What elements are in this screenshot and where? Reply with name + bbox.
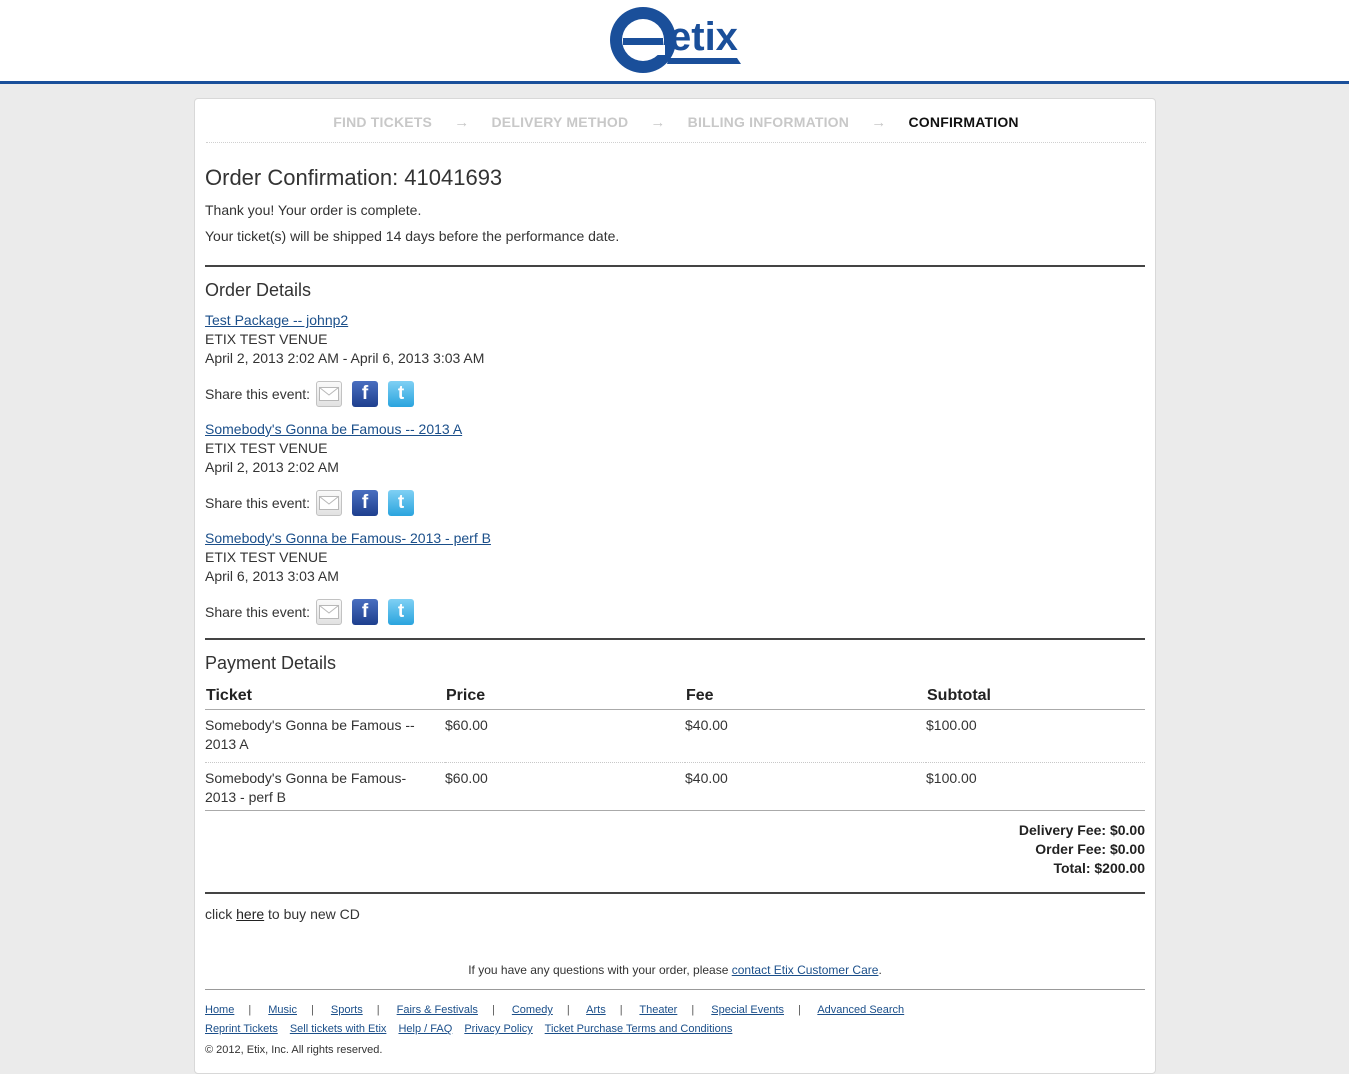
event-date: April 6, 2013 3:03 AM <box>205 568 339 584</box>
delivery-fee: Delivery Fee: $0.00 <box>1018 822 1145 838</box>
logo-text: etix <box>669 15 738 59</box>
cell-subtotal: $100.00 <box>926 709 1145 763</box>
event-venue: ETIX TEST VENUE <box>205 440 328 456</box>
help-message: If you have any questions with your orde… <box>205 963 1145 977</box>
footer-link-reprint-tickets[interactable]: Reprint Tickets <box>205 1023 278 1035</box>
column-header-ticket: Ticket <box>205 683 445 710</box>
divider <box>205 810 1145 811</box>
help-prefix: If you have any questions with your orde… <box>468 963 732 977</box>
facebook-share-icon[interactable]: f <box>352 381 379 407</box>
thanks-message: Thank you! Your order is complete. <box>205 202 422 218</box>
main-card: FIND TICKETS → DELIVERY METHOD → BILLING… <box>194 98 1156 1074</box>
buy-cd-message: click here to buy new CD <box>205 906 360 922</box>
order-total: Total: $200.00 <box>1053 860 1145 876</box>
divider <box>205 638 1145 640</box>
step-confirmation: CONFIRMATION <box>908 114 1019 130</box>
footer-link-help-faq[interactable]: Help / FAQ <box>398 1023 452 1035</box>
share-row: Share this event: f t <box>205 597 424 627</box>
step-arrow: → <box>454 114 470 131</box>
email-share-icon[interactable] <box>316 599 343 625</box>
divider <box>205 892 1145 894</box>
footer-link-comedy[interactable]: Comedy <box>512 1004 553 1016</box>
event-link[interactable]: Somebody's Gonna be Famous- 2013 - perf … <box>205 530 491 546</box>
table-row: Somebody's Gonna be Famous- 2013 - perf … <box>205 762 1145 815</box>
column-header-subtotal: Subtotal <box>926 683 1145 710</box>
step-arrow: → <box>871 114 887 131</box>
cell-price: $60.00 <box>445 769 488 786</box>
order-totals: Delivery Fee: $0.00 Order Fee: $0.00 Tot… <box>1019 821 1145 878</box>
email-share-icon[interactable] <box>316 490 343 516</box>
footer-link-sports[interactable]: Sports <box>331 1004 363 1016</box>
footer-link-music[interactable]: Music <box>268 1004 297 1016</box>
footer-nav-primary: Home | Music | Sports | Fairs & Festivals | … <box>205 1004 905 1016</box>
share-label: Share this event: <box>205 495 311 511</box>
etix-logo[interactable]: etix <box>609 6 741 74</box>
footer-link-fairs-festivals[interactable]: Fairs & Festivals <box>397 1004 478 1016</box>
share-row: Share this event: f t <box>205 488 424 518</box>
step-delivery-method: DELIVERY METHOD <box>491 114 629 130</box>
cell-ticket: Somebody's Gonna be Famous- 2013 - perf … <box>205 769 407 805</box>
cell-ticket: Somebody's Gonna be Famous -- 2013 A <box>205 709 445 763</box>
copyright: © 2012, Etix, Inc. All rights reserved. <box>205 1044 383 1056</box>
footer-link-home[interactable]: Home <box>205 1004 234 1016</box>
event-link[interactable]: Somebody's Gonna be Famous -- 2013 A <box>205 421 462 437</box>
share-label: Share this event: <box>205 604 311 620</box>
step-find-tickets: FIND TICKETS <box>333 114 433 130</box>
footer-link-arts[interactable]: Arts <box>586 1004 606 1016</box>
email-share-icon[interactable] <box>316 381 343 407</box>
shipping-message: Your ticket(s) will be shipped 14 days b… <box>205 228 620 244</box>
event-date: April 2, 2013 2:02 AM <box>205 459 339 475</box>
page-title: Order Confirmation: 41041693 <box>205 165 503 190</box>
cell-fee: $40.00 <box>685 709 926 763</box>
payment-details-heading: Payment Details <box>205 653 337 673</box>
site-header: etix <box>0 0 1349 84</box>
footer-link-sell-tickets[interactable]: Sell tickets with Etix <box>290 1023 387 1035</box>
footer-link-theater[interactable]: Theater <box>639 1004 677 1016</box>
column-header-fee: Fee <box>685 683 926 710</box>
share-row: Share this event: f t <box>205 379 424 409</box>
facebook-share-icon[interactable]: f <box>352 490 379 516</box>
contact-customer-care-link[interactable]: contact Etix Customer Care <box>732 963 879 977</box>
divider <box>205 265 1145 267</box>
footer-link-special-events[interactable]: Special Events <box>711 1004 784 1016</box>
payment-table: Ticket Price Fee Subtotal Somebody's Gon… <box>205 683 1145 815</box>
footer-link-advanced-search[interactable]: Advanced Search <box>817 1004 904 1016</box>
event-link[interactable]: Test Package -- johnp2 <box>205 312 348 328</box>
cell-fee: $40.00 <box>685 769 728 786</box>
buy-cd-suffix: to buy new CD <box>264 906 360 922</box>
footer-nav-secondary: Reprint Tickets Sell tickets with Etix H… <box>205 1023 732 1035</box>
twitter-share-icon[interactable]: t <box>388 599 415 625</box>
order-fee: Order Fee: $0.00 <box>1035 841 1145 857</box>
table-header-row: Ticket Price Fee Subtotal <box>205 683 1145 710</box>
event-venue: ETIX TEST VENUE <box>205 549 328 565</box>
cell-price: $60.00 <box>445 709 685 763</box>
buy-cd-prefix: click <box>205 906 237 922</box>
twitter-share-icon[interactable]: t <box>388 490 415 516</box>
divider <box>205 989 1145 990</box>
step-arrow: → <box>650 114 666 131</box>
step-billing-information: BILLING INFORMATION <box>687 114 850 130</box>
table-row: Somebody's Gonna be Famous -- 2013 A $60… <box>205 709 1145 763</box>
footer-link-purchase-terms[interactable]: Ticket Purchase Terms and Conditions <box>545 1023 733 1035</box>
order-details-heading: Order Details <box>205 280 312 300</box>
facebook-share-icon[interactable]: f <box>352 599 379 625</box>
help-suffix: . <box>878 963 882 977</box>
footer-link-privacy-policy[interactable]: Privacy Policy <box>464 1023 532 1035</box>
column-header-price: Price <box>445 683 685 710</box>
share-label: Share this event: <box>205 386 311 402</box>
buy-cd-link[interactable]: here <box>236 906 264 922</box>
checkout-steps: FIND TICKETS → DELIVERY METHOD → BILLING… <box>206 111 1146 143</box>
cell-subtotal: $100.00 <box>926 769 977 786</box>
event-venue: ETIX TEST VENUE <box>205 331 328 347</box>
event-date: April 2, 2013 2:02 AM - April 6, 2013 3:… <box>205 350 485 366</box>
twitter-share-icon[interactable]: t <box>388 381 415 407</box>
